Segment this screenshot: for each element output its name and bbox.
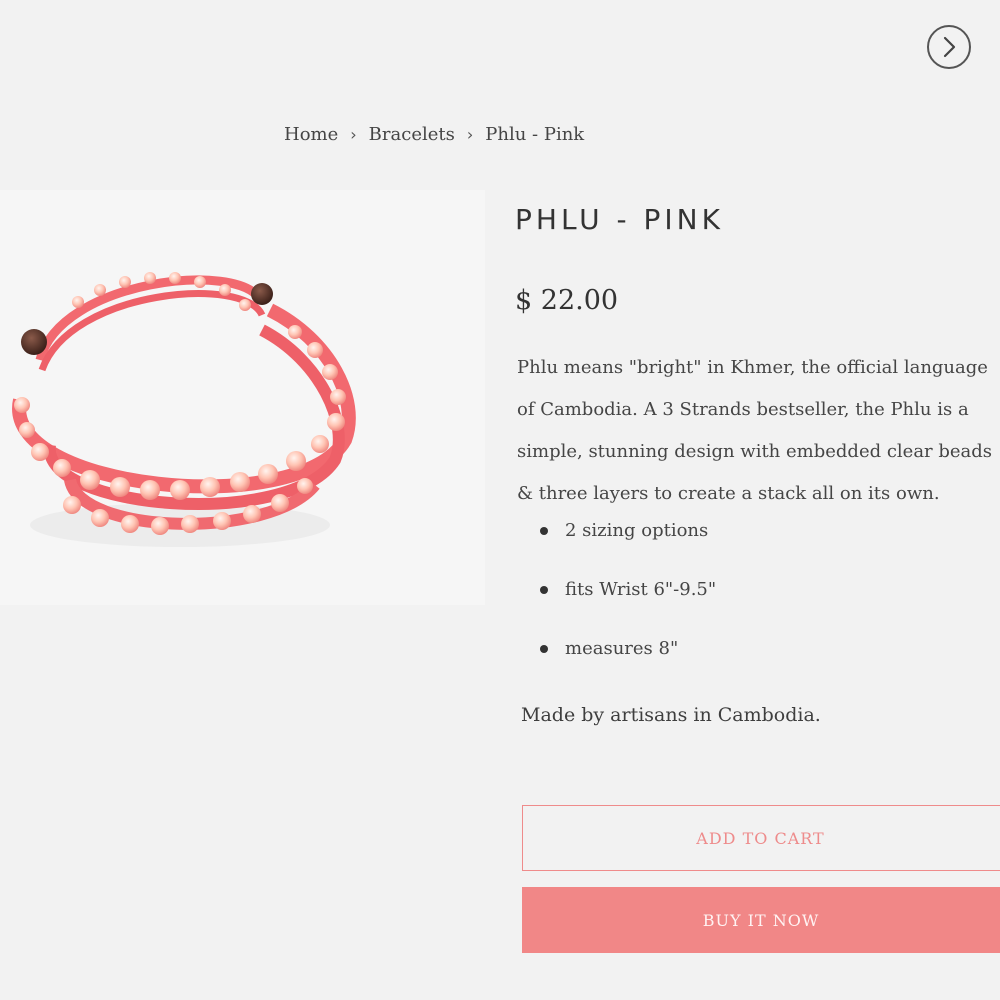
- list-item: fits Wrist 6"-9.5": [540, 574, 716, 633]
- product-title: PHLU - PINK: [515, 203, 724, 236]
- next-button[interactable]: [927, 25, 971, 69]
- product-description: Phlu means "bright" in Khmer, the offici…: [517, 357, 993, 504]
- breadcrumb-home[interactable]: Home: [284, 124, 338, 145]
- list-item: measures 8": [540, 633, 716, 692]
- product-price: $ 22.00: [515, 285, 619, 316]
- feature-list: 2 sizing options fits Wrist 6"-9.5" meas…: [540, 515, 716, 692]
- made-by-text: Made by artisans in Cambodia.: [521, 704, 821, 726]
- breadcrumb-current: Phlu - Pink: [485, 124, 585, 145]
- list-item: 2 sizing options: [540, 515, 716, 574]
- product-page: Home › Bracelets › Phlu - Pink PHLU - PI…: [0, 0, 1000, 1000]
- chevron-right-icon: ›: [350, 125, 357, 144]
- feature-text: fits Wrist 6"-9.5": [565, 579, 717, 600]
- breadcrumb: Home › Bracelets › Phlu - Pink: [284, 124, 584, 145]
- feature-text: measures 8": [565, 638, 679, 659]
- feature-text: 2 sizing options: [565, 520, 709, 541]
- bullet-icon: [540, 586, 548, 594]
- add-to-cart-button[interactable]: ADD TO CART: [522, 805, 1000, 871]
- buy-it-now-button[interactable]: BUY IT NOW: [522, 887, 1000, 953]
- product-image: [0, 190, 485, 605]
- breadcrumb-bracelets[interactable]: Bracelets: [369, 124, 455, 145]
- chevron-right-icon: [943, 36, 956, 58]
- bullet-icon: [540, 645, 548, 653]
- chevron-right-icon: ›: [466, 125, 474, 144]
- bracelet-image: [12, 272, 356, 547]
- bullet-icon: [540, 527, 548, 535]
